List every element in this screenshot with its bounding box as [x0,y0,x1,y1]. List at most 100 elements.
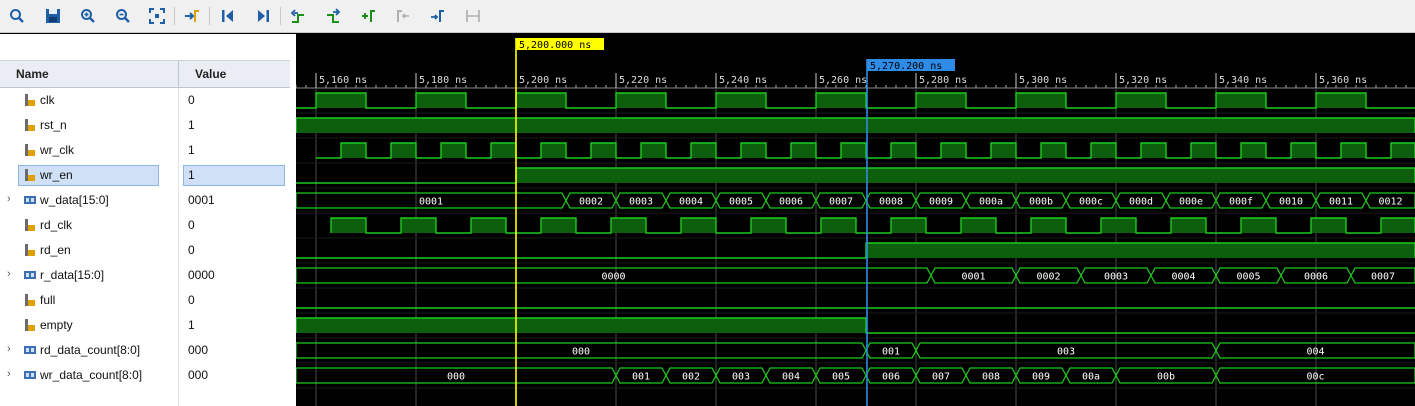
signal-value: 0 [188,218,195,232]
clk-high-segment [1216,93,1266,108]
scalar-signal-icon [25,294,35,306]
wr-clk-high-segment [941,143,966,158]
previous-transition-icon[interactable] [287,5,309,27]
go-to-cursor-icon[interactable] [181,5,203,27]
next-marker-icon[interactable] [427,5,449,27]
signal-value: 1 [188,118,195,132]
zoom-out-icon[interactable] [112,5,134,27]
signal-row[interactable]: clk 0 [0,88,290,113]
wr-clk-high-segment [1141,143,1166,158]
w-data-value-label: 0012 [1378,197,1402,208]
r-data-value-label: 0005 [1236,272,1260,283]
column-header: Name Value [0,60,290,89]
scalar-signal-icon [25,94,35,106]
w-data-value-label: 0009 [929,197,953,208]
signal-row[interactable]: › rd_data_count[8:0] 000 [0,338,290,363]
secondary-cursor-time: 5,270.200 ns [870,61,942,72]
bus-signal-icon [24,346,36,354]
time-tick-label: 5,200 ns [519,75,567,86]
signal-value: 0000 [188,268,215,282]
w-data-value-label: 0008 [879,197,903,208]
wr-data-count-value-label: 00b [1157,372,1175,383]
w-data-value-label: 0001 [419,197,443,208]
wr-data-count-value-label: 007 [932,372,950,383]
wr-clk-high-segment [691,143,716,158]
clk-high-segment [516,93,566,108]
signal-row[interactable]: wr_clk 1 [0,138,290,163]
signal-row[interactable]: rd_en 0 [0,238,290,263]
signal-value: 000 [188,368,209,382]
signal-row[interactable]: rst_n 1 [0,113,290,138]
wr-clk-high-segment [1291,143,1316,158]
wr-clk-high-segment [1391,143,1415,158]
time-tick-label: 5,280 ns [919,75,967,86]
signal-row[interactable]: wr_en 1 [0,163,290,188]
r-data-value-label: 0007 [1371,272,1395,283]
add-marker-icon[interactable] [357,5,379,27]
time-tick-label: 5,320 ns [1119,75,1167,86]
r-data-value-label: 0003 [1104,272,1128,283]
rd-clk-high-segment [961,218,996,233]
signal-row[interactable]: › r_data[15:0] 0000 [0,263,290,288]
go-to-last-time-icon[interactable] [252,5,274,27]
expand-chevron-icon[interactable]: › [7,368,11,380]
scalar-signal-icon [25,244,35,256]
w-data-value-label: 000f [1229,197,1253,208]
zoom-in-icon[interactable] [77,5,99,27]
w-data-value-label: 0006 [779,197,803,208]
signal-name: wr_en [40,168,73,182]
clk-high-segment [916,93,966,108]
clk-high-segment [616,93,666,108]
waveform-viewer[interactable]: 5,160 ns 5,180 ns 5,200 ns 5,220 ns 5,240 ns… [296,34,1415,406]
signal-row[interactable]: › wr_data_count[8:0] 000 [0,363,290,388]
signal-value: 000 [188,343,209,357]
rd-clk-high-segment [821,218,856,233]
signal-row[interactable]: › w_data[15:0] 0001 [0,188,290,213]
clk-high-segment [1316,93,1366,108]
expand-chevron-icon[interactable]: › [7,193,11,205]
expand-chevron-icon[interactable]: › [7,268,11,280]
signal-name: rst_n [40,118,67,132]
w-data-value-label: 0011 [1329,197,1353,208]
signal-value: 0 [188,93,195,107]
signal-name: wr_clk [40,143,75,157]
save-icon[interactable] [42,5,64,27]
rd-data-count-value-label: 000 [572,347,590,358]
value-column-header[interactable]: Value [195,67,226,81]
bus-signal-icon [24,271,36,279]
rd-clk-high-segment [611,218,646,233]
wr-clk-high-segment [1191,143,1216,158]
scalar-signal-icon [25,144,35,156]
clk-high-segment [1016,93,1066,108]
previous-marker-icon[interactable] [392,5,414,27]
zoom-fit-icon[interactable] [146,5,168,27]
rd-clk-high-segment [1171,218,1206,233]
swap-cursors-icon[interactable] [462,5,484,27]
wr-clk-high-segment [591,143,616,158]
rst-n-high-segment [296,118,1415,133]
go-to-time-zero-icon[interactable] [217,5,239,27]
signal-name: wr_data_count[8:0] [40,368,143,382]
w-data-value-label: 000e [1179,197,1203,208]
rd-clk-high-segment [1311,218,1346,233]
wr-data-count-value-label: 00c [1306,372,1324,383]
name-column-header[interactable]: Name [16,67,49,81]
signal-row[interactable]: full 0 [0,288,290,313]
rd-data-count-value-label: 001 [882,347,900,358]
signal-name: full [40,293,56,307]
wr-data-count-value-label: 002 [682,372,700,383]
signal-row[interactable]: rd_clk 0 [0,213,290,238]
wr-clk-high-segment [1041,143,1066,158]
rd-clk-high-segment [1101,218,1136,233]
zoom-search-icon[interactable] [6,5,28,27]
next-transition-icon[interactable] [322,5,344,27]
scalar-signal-icon [25,219,35,231]
rd-clk-high-segment [1381,218,1415,233]
rd-clk-high-segment [891,218,926,233]
signal-name: rd_clk [40,218,73,232]
signal-value: 1 [188,143,195,157]
expand-chevron-icon[interactable]: › [7,343,11,355]
signal-row[interactable]: empty 1 [0,313,290,338]
wr-data-count-value-label: 006 [882,372,900,383]
clk-high-segment [316,93,366,108]
